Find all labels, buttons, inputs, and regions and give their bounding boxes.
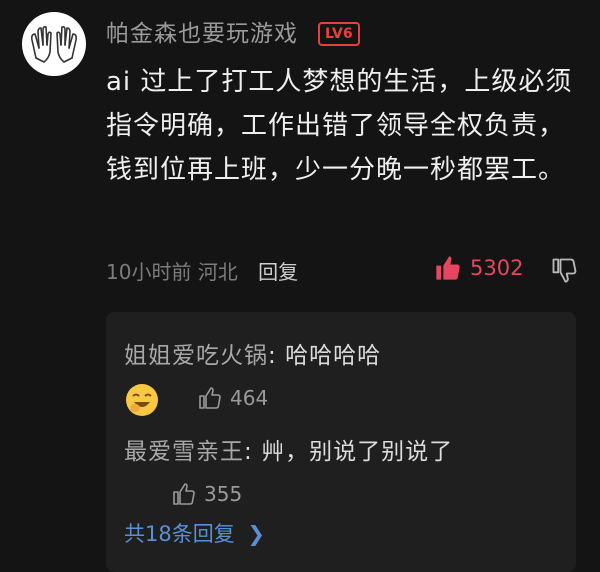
reply-1-text: 哈哈哈哈 (285, 343, 382, 369)
comment-location: 河北 (197, 260, 238, 284)
reply-button[interactable]: 回复 (258, 260, 298, 284)
reply-1[interactable]: 姐姐爱吃火锅: 哈哈哈哈 (124, 340, 381, 372)
reply-2-like-count: 355 (204, 482, 243, 506)
replies-panel: 姐姐爱吃火锅: 哈哈哈哈 464 最爱雪亲王: 艸，别说了别说了 355 共18… (106, 312, 576, 572)
thumbs-up-icon (173, 483, 195, 505)
laughing-emoji-icon (124, 382, 160, 418)
dislike-button[interactable] (550, 256, 578, 288)
reply-2[interactable]: 最爱雪亲王: 艸，别说了别说了 (124, 436, 464, 468)
praying-hands-icon (31, 26, 77, 63)
user-avatar[interactable] (22, 12, 86, 76)
more-replies-label: 共18条回复 (124, 522, 235, 546)
comment-username[interactable]: 帕金森也要玩游戏 (106, 14, 298, 48)
reply-2-author[interactable]: 最爱雪亲王 (124, 439, 244, 465)
view-more-replies-link[interactable]: 共18条回复 ❯ (124, 518, 265, 548)
comment-time: 10小时前 (106, 260, 192, 284)
reply-2-text: 艸，别说了别说了 (261, 439, 454, 465)
reply-1-like-button[interactable]: 464 (198, 386, 268, 410)
reply-1-sep: : (268, 343, 286, 369)
comment-text: ai 过上了打工人梦想的生活，上级必须指令明确，工作出错了领导全权负责，钱到位再… (106, 67, 573, 185)
thumbs-up-icon (436, 256, 460, 280)
reply-2-sep: : (244, 439, 262, 465)
reply-2-like-button[interactable]: 355 (172, 482, 242, 506)
like-button[interactable]: 5302 (434, 254, 523, 282)
level-badge: LV6 (318, 22, 360, 46)
like-count: 5302 (470, 256, 524, 280)
chevron-right-icon: ❯ (247, 522, 266, 546)
reply-1-like-count: 464 (230, 386, 269, 410)
thumbs-up-icon (199, 387, 221, 409)
comment-meta: 10小时前 河北 回复 (106, 256, 298, 285)
reply-1-author[interactable]: 姐姐爱吃火锅 (124, 343, 268, 369)
thumbs-down-icon (552, 258, 577, 283)
